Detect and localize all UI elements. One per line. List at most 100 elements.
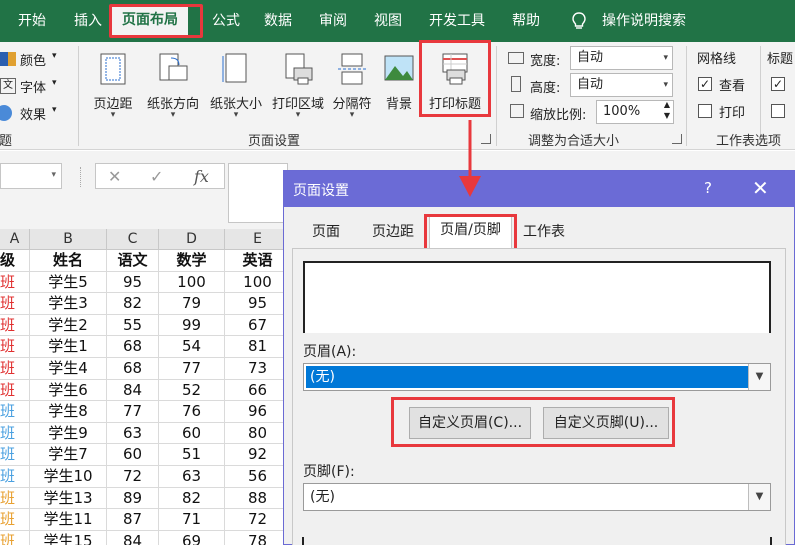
close-icon[interactable]: ✕ [752, 176, 769, 200]
help-icon[interactable]: ? [704, 179, 712, 197]
size-button[interactable]: 纸张大小 ▾ [205, 48, 267, 126]
table-cell[interactable]: 班 [0, 336, 30, 358]
gridlines-print-checkbox[interactable] [698, 104, 712, 118]
table-cell[interactable]: 67 [225, 315, 285, 337]
header-dropdown[interactable]: (无) ▼ [303, 363, 771, 391]
table-cell[interactable]: 60 [159, 422, 225, 445]
print-area-button[interactable]: 打印区域 ▾ [268, 48, 328, 126]
table-cell[interactable]: 学生5 [30, 271, 107, 294]
height-dropdown[interactable]: 自动 ▾ [570, 73, 673, 97]
table-cell[interactable]: 82 [107, 293, 159, 315]
table-cell[interactable]: 班 [0, 314, 30, 337]
column-header-c[interactable]: C [107, 229, 159, 250]
footer-dropdown[interactable]: (无) ▼ [303, 483, 771, 511]
table-cell[interactable]: 96 [225, 401, 285, 423]
table-cell[interactable]: 66 [225, 380, 285, 402]
tell-me-search[interactable]: 操作说明搜索 [602, 0, 686, 42]
table-cell[interactable]: 73 [225, 358, 285, 380]
table-cell[interactable]: 63 [159, 466, 225, 488]
table-cell[interactable]: 班 [0, 379, 30, 402]
table-cell[interactable]: 92 [225, 444, 285, 466]
table-cell[interactable]: 班 [0, 271, 30, 294]
table-cell[interactable]: 78 [225, 531, 285, 545]
table-cell[interactable]: 55 [107, 314, 159, 337]
table-cell[interactable]: 77 [159, 358, 225, 380]
table-cell[interactable]: 学生1 [30, 336, 107, 358]
enter-icon[interactable]: ✓ [150, 167, 163, 186]
table-cell[interactable]: 学生6 [30, 379, 107, 402]
tab-developer[interactable]: 开发工具 [429, 0, 485, 42]
name-box[interactable]: ▾ [0, 163, 62, 189]
orientation-button[interactable]: 纸张方向 ▾ [142, 48, 204, 126]
table-cell[interactable]: 班 [0, 358, 30, 380]
table-cell[interactable]: 69 [159, 530, 225, 545]
gridlines-view-checkbox[interactable]: ✓ [698, 77, 712, 91]
table-cell[interactable]: 学生3 [30, 293, 107, 315]
table-cell[interactable]: 63 [107, 422, 159, 445]
table-cell[interactable]: 51 [159, 444, 225, 466]
table-cell[interactable]: 学生4 [30, 358, 107, 380]
margins-button[interactable]: 页边距 ▾ [88, 48, 138, 126]
table-cell[interactable]: 学生13 [30, 487, 107, 510]
table-cell[interactable]: 72 [225, 509, 285, 531]
table-cell[interactable]: 68 [107, 358, 159, 380]
table-cell[interactable]: 76 [159, 401, 225, 423]
table-cell[interactable]: 学生8 [30, 401, 107, 423]
table-cell[interactable]: 班 [0, 487, 30, 510]
theme-colors-button[interactable]: 颜色 ▾ [0, 48, 70, 70]
tab-sheet[interactable]: 工作表 [518, 218, 570, 248]
column-header-e[interactable]: E [225, 229, 285, 250]
table-cell[interactable]: 82 [159, 487, 225, 510]
insert-function-icon[interactable]: fx [194, 167, 209, 186]
header-cell[interactable]: 数学 [159, 250, 225, 272]
tab-data[interactable]: 数据 [264, 0, 292, 42]
table-cell[interactable]: 84 [107, 379, 159, 402]
table-cell[interactable]: 班 [0, 401, 30, 423]
table-cell[interactable]: 95 [107, 271, 159, 294]
tab-view[interactable]: 视图 [374, 0, 402, 42]
table-cell[interactable]: 79 [159, 293, 225, 315]
width-dropdown[interactable]: 自动 ▾ [570, 46, 673, 70]
formula-input[interactable] [228, 163, 288, 223]
table-cell[interactable]: 班 [0, 422, 30, 445]
table-cell[interactable]: 68 [107, 336, 159, 358]
headings-view-checkbox[interactable]: ✓ [771, 77, 785, 91]
page-setup-launcher-icon[interactable] [481, 134, 491, 144]
headings-print-checkbox[interactable] [771, 104, 785, 118]
table-cell[interactable]: 班 [0, 466, 30, 488]
table-cell[interactable]: 54 [159, 336, 225, 358]
tab-page[interactable]: 页面 [300, 218, 352, 248]
column-header-a[interactable]: A [0, 229, 30, 250]
tab-home[interactable]: 开始 [18, 0, 46, 42]
header-cell[interactable]: 姓名 [30, 250, 107, 272]
table-cell[interactable]: 学生9 [30, 422, 107, 445]
table-cell[interactable]: 100 [225, 272, 285, 294]
table-cell[interactable]: 班 [0, 293, 30, 315]
table-cell[interactable]: 72 [107, 466, 159, 488]
table-cell[interactable]: 80 [225, 423, 285, 445]
table-cell[interactable]: 班 [0, 444, 30, 466]
table-cell[interactable]: 学生7 [30, 444, 107, 466]
tab-insert[interactable]: 插入 [74, 0, 102, 42]
tab-formulas[interactable]: 公式 [212, 0, 240, 42]
table-cell[interactable]: 班 [0, 530, 30, 545]
table-cell[interactable]: 学生2 [30, 314, 107, 337]
table-cell[interactable]: 87 [107, 509, 159, 531]
table-cell[interactable]: 95 [225, 293, 285, 315]
tab-help[interactable]: 帮助 [512, 0, 540, 42]
header-cell[interactable]: 级 [0, 250, 30, 272]
header-cell[interactable]: 语文 [107, 250, 159, 272]
table-cell[interactable]: 52 [159, 379, 225, 402]
scale-group-launcher-icon[interactable] [672, 134, 682, 144]
theme-fonts-button[interactable]: 文 字体 ▾ [0, 75, 70, 97]
table-cell[interactable]: 99 [159, 314, 225, 337]
table-cell[interactable]: 学生15 [30, 530, 107, 545]
table-cell[interactable]: 81 [225, 336, 285, 358]
table-cell[interactable]: 班 [0, 509, 30, 531]
table-cell[interactable]: 学生10 [30, 466, 107, 488]
table-cell[interactable]: 84 [107, 530, 159, 545]
table-cell[interactable]: 56 [225, 466, 285, 488]
header-cell[interactable]: 英语 [225, 250, 285, 272]
scale-spinner[interactable]: 100% ▲ ▼ [596, 100, 674, 124]
table-cell[interactable]: 89 [107, 487, 159, 510]
